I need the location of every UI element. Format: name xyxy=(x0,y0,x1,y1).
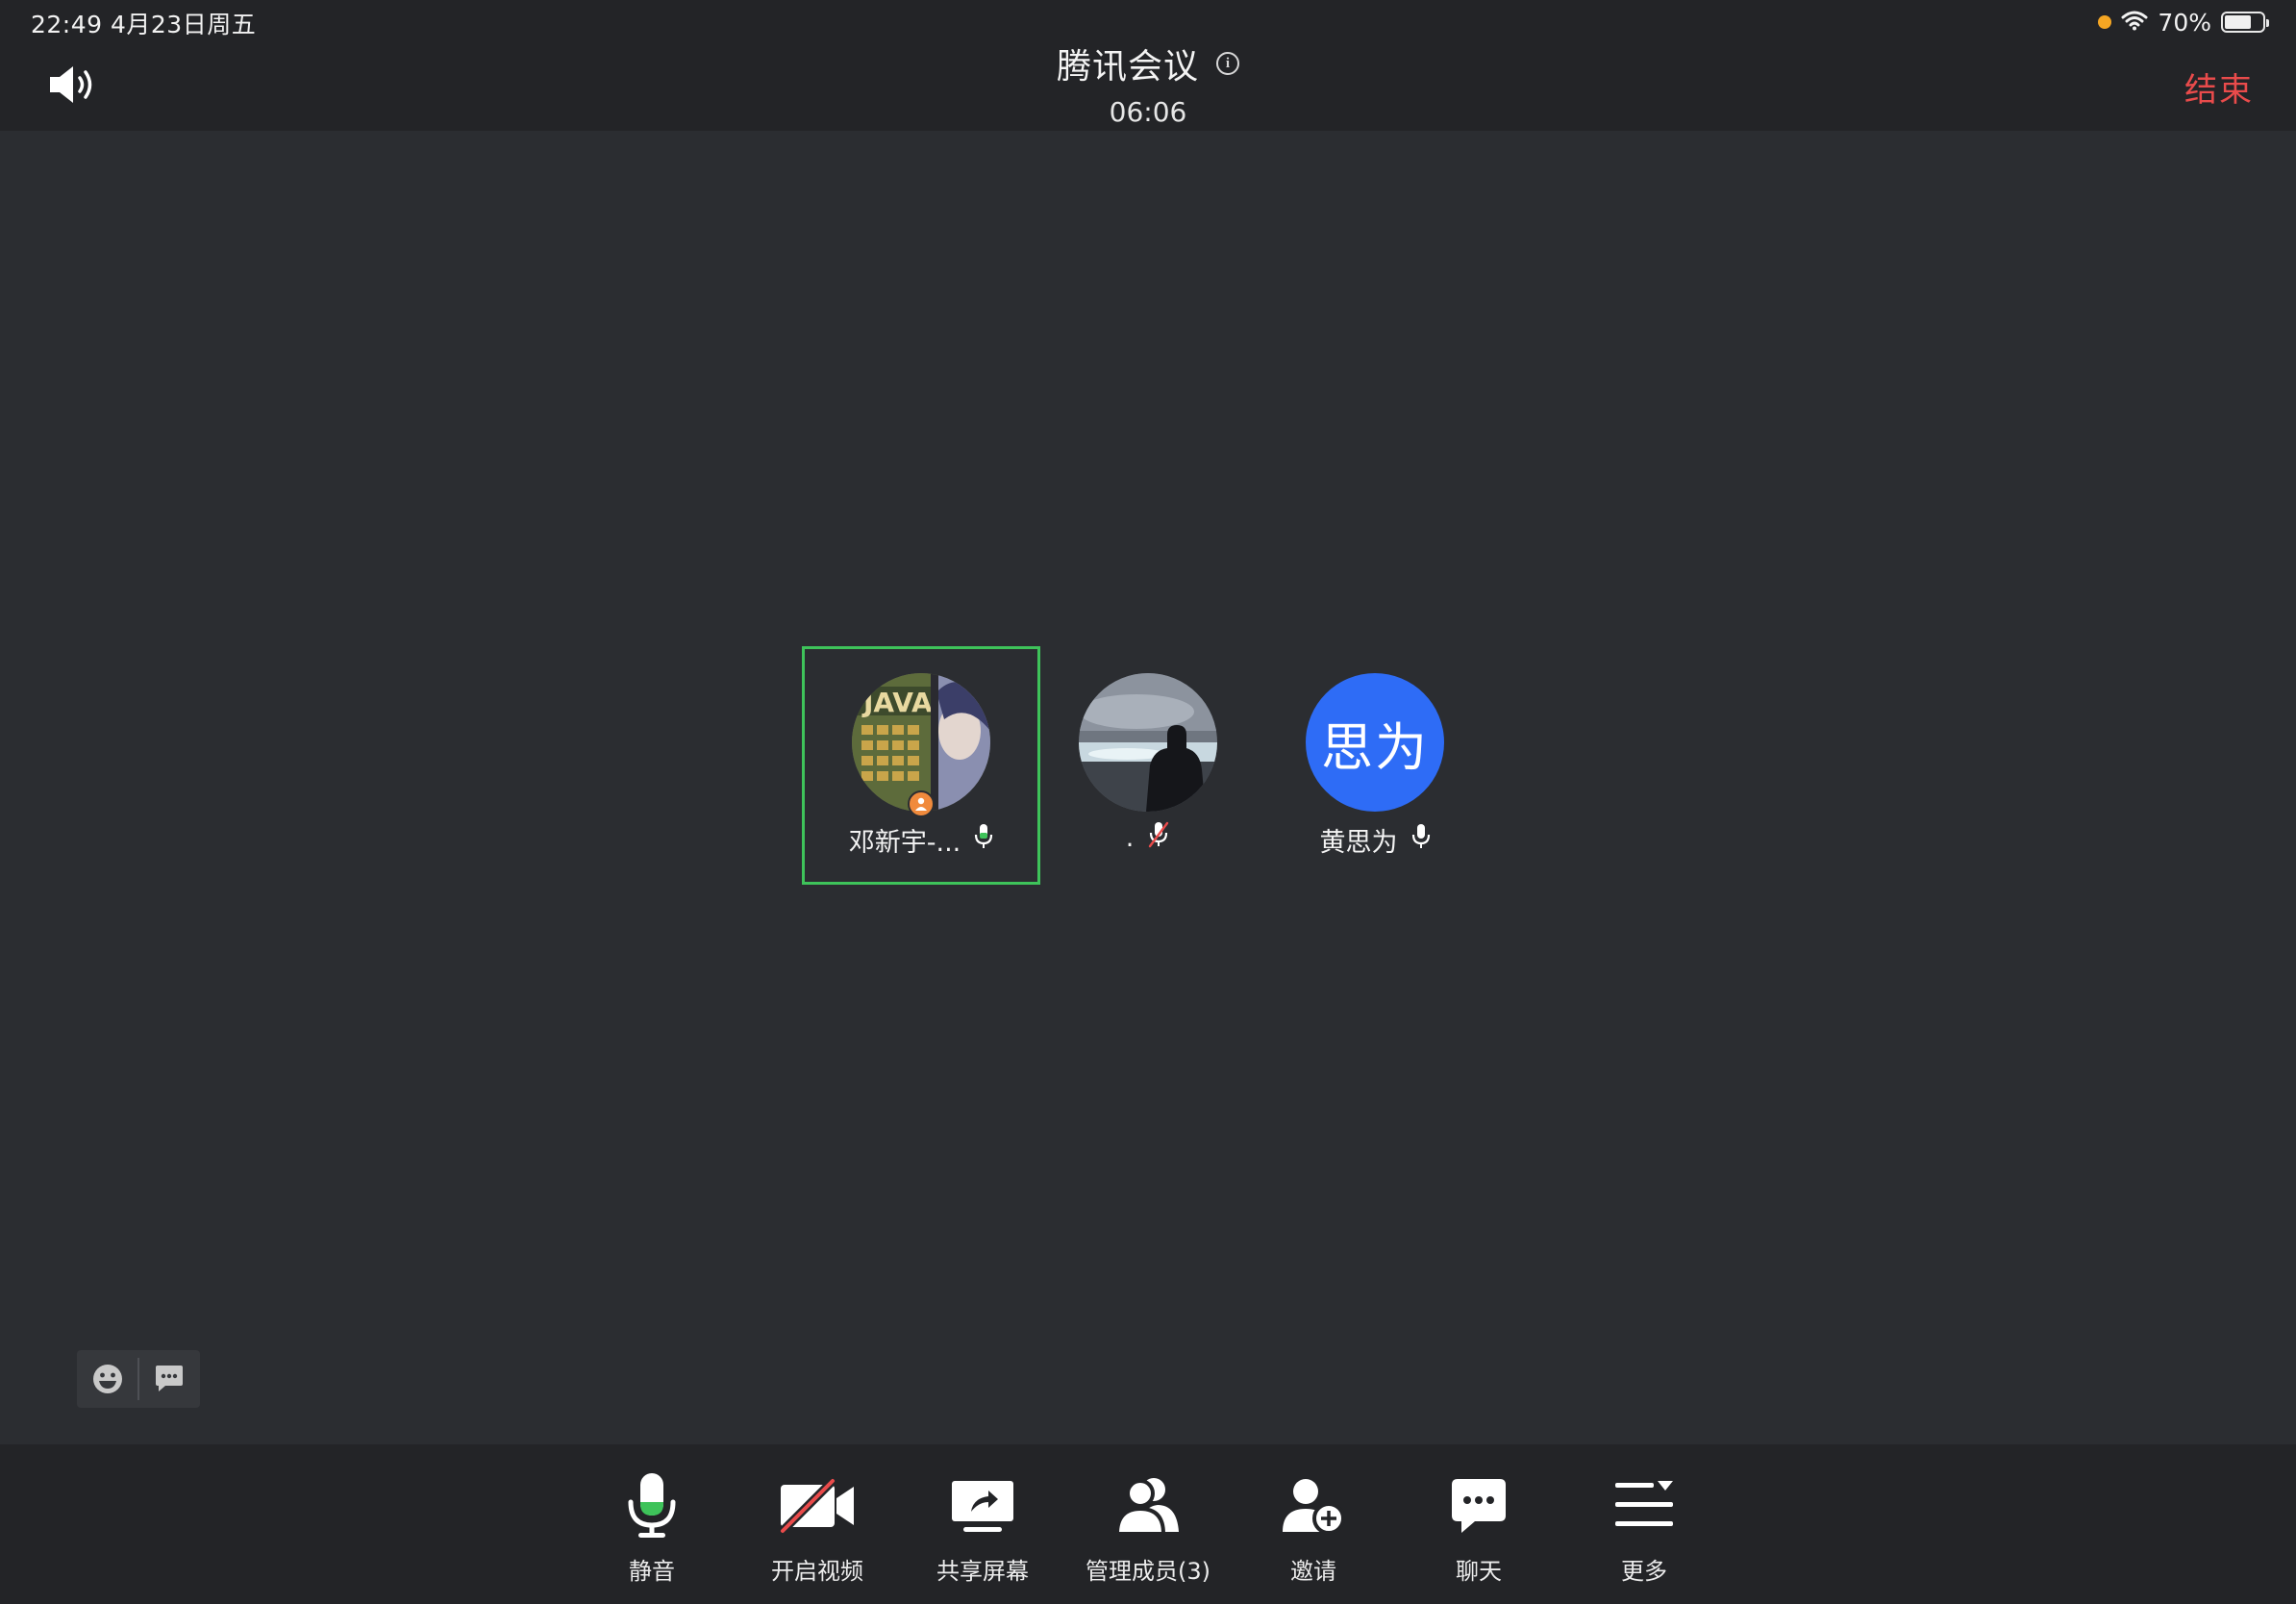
participant-name: 黄思为 xyxy=(1319,828,1398,858)
toolbar-label: 邀请 xyxy=(1290,1558,1336,1585)
more-button[interactable]: 更多 xyxy=(1572,1471,1716,1587)
avatar xyxy=(1079,673,1217,812)
mic-on-icon xyxy=(1411,823,1431,857)
emoji-button[interactable] xyxy=(77,1350,137,1408)
toolbar-label: 开启视频 xyxy=(771,1558,863,1585)
toolbar-label: 共享屏幕 xyxy=(936,1558,1029,1585)
microphone-icon xyxy=(628,1473,676,1538)
meeting-title: 腾讯会议 xyxy=(1056,47,1199,87)
share-screen-button[interactable]: 共享屏幕 xyxy=(911,1471,1055,1587)
invite-icon xyxy=(1283,1479,1345,1535)
manage-members-button[interactable]: 管理成员(3) xyxy=(1076,1471,1220,1587)
info-icon[interactable]: i xyxy=(1216,52,1239,75)
host-badge-icon xyxy=(908,790,935,817)
toolbar-label: 管理成员(3) xyxy=(1086,1558,1210,1585)
members-icon xyxy=(1115,1478,1179,1536)
top-bar: 22:49 4月23日周五 70% 腾讯会议 i 06:06 结束 xyxy=(0,0,2296,131)
participant-tile[interactable]: . xyxy=(1029,646,1267,885)
avatar: JAVA xyxy=(852,673,990,817)
more-icon xyxy=(1615,1481,1673,1526)
floating-tools xyxy=(77,1350,200,1408)
danmaku-button[interactable] xyxy=(139,1350,200,1408)
end-meeting-button[interactable]: 结束 xyxy=(2184,63,2254,111)
emoji-icon xyxy=(92,1365,122,1393)
meeting-header: 腾讯会议 i 06:06 xyxy=(0,38,2296,128)
meeting-timer: 06:06 xyxy=(1109,96,1187,128)
avatar-initials: 思为 xyxy=(1306,673,1444,812)
chat-icon xyxy=(1452,1479,1506,1533)
toolbar-label: 静音 xyxy=(629,1558,675,1585)
participant-grid: JAVA 邓新宇-... . 思为 黄思为 xyxy=(802,646,1494,885)
battery-icon xyxy=(2221,12,2269,33)
recording-dot-icon xyxy=(2098,15,2112,29)
invite-button[interactable]: 邀请 xyxy=(1241,1471,1385,1587)
danmaku-icon xyxy=(156,1366,184,1391)
video-off-icon xyxy=(779,1477,854,1535)
participant-name: . xyxy=(1125,823,1135,853)
battery-percent: 70% xyxy=(2158,8,2211,37)
share-screen-icon xyxy=(952,1481,1013,1532)
svg-text:JAVA: JAVA xyxy=(861,687,933,718)
participant-name: 邓新宇-... xyxy=(848,828,961,858)
toolbar-label: 更多 xyxy=(1621,1558,1667,1585)
status-indicators: 70% xyxy=(2098,8,2269,37)
participant-tile[interactable]: JAVA 邓新宇-... xyxy=(802,646,1040,885)
participant-tile[interactable]: 思为 黄思为 xyxy=(1256,646,1494,885)
avatar: 思为 xyxy=(1306,673,1444,812)
mic-on-icon xyxy=(974,823,993,857)
mic-muted-icon xyxy=(1147,821,1170,855)
start-video-button[interactable]: 开启视频 xyxy=(745,1471,889,1587)
toolbar-label: 聊天 xyxy=(1456,1558,1502,1585)
bottom-toolbar: 静音 开启视频 共享屏幕 管理成员(3) 邀请 聊天 更多 xyxy=(0,1444,2296,1604)
wifi-icon xyxy=(2121,9,2148,37)
mute-button[interactable]: 静音 xyxy=(580,1471,724,1587)
status-time-date: 22:49 4月23日周五 xyxy=(31,11,257,38)
chat-button[interactable]: 聊天 xyxy=(1407,1471,1551,1587)
